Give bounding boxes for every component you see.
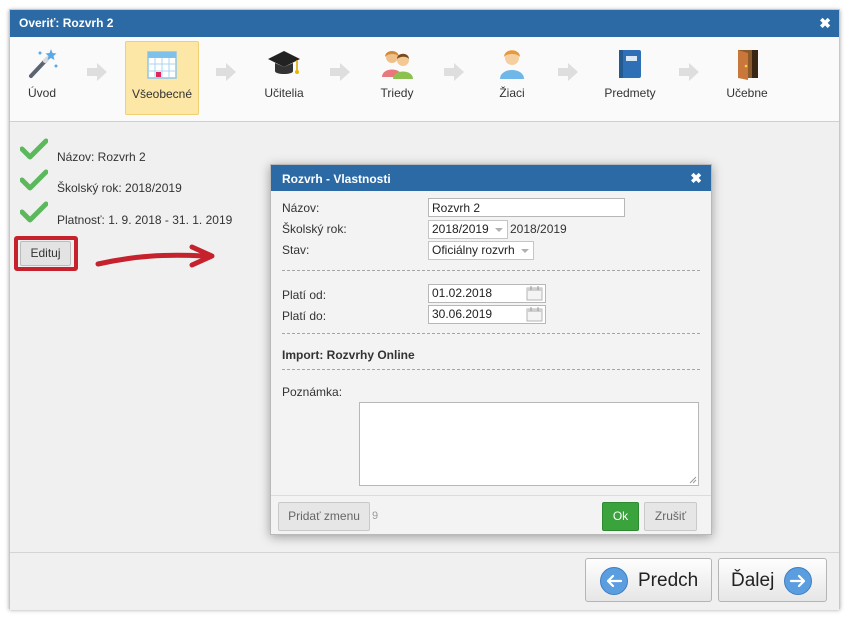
year-text: 2018/2019	[510, 222, 567, 236]
divider	[282, 369, 700, 370]
step-label: Žiaci	[499, 86, 525, 100]
prev-label: Predch	[638, 570, 699, 591]
step-vseobecne[interactable]: Všeobecné	[125, 41, 199, 115]
valid-from-label: Platí od:	[282, 288, 327, 302]
step-triedy[interactable]: Triedy	[365, 41, 429, 115]
divider	[282, 270, 700, 271]
student-icon	[500, 50, 524, 79]
graduation-cap-icon	[268, 51, 300, 74]
step-label: Triedy	[380, 86, 414, 100]
add-change-button[interactable]: Pridať zmenu	[278, 502, 370, 531]
year-select[interactable]: 2018/2019	[428, 220, 508, 239]
check-icon	[20, 201, 48, 223]
step-predmety[interactable]: Predmety	[595, 41, 665, 115]
name-label: Názov:	[282, 201, 320, 215]
class-people-icon	[382, 51, 413, 79]
properties-dialog: Rozvrh - Vlastnosti ✖ Názov: Školský rok…	[270, 164, 712, 535]
wizard-steps: Úvod Všeobecné Učitelia Triedy Žiaci Pre…	[10, 37, 839, 122]
valid-from-input[interactable]: 01.02.2018	[428, 284, 546, 303]
door-icon	[738, 50, 758, 80]
window-close-icon[interactable]: ✖	[819, 15, 831, 32]
edit-button[interactable]: Edituj	[20, 241, 71, 266]
valid-to-label: Platí do:	[282, 309, 327, 323]
import-label: Import: Rozvrhy Online	[282, 348, 415, 362]
wizard-footer: Predch Ďalej	[10, 552, 839, 610]
step-ucebne[interactable]: Učebne	[715, 41, 779, 115]
next-button[interactable]: Ďalej	[718, 558, 827, 602]
arrow-left-icon	[600, 567, 628, 595]
dialog-footer: Pridať zmenu 9 Ok Zrušiť	[271, 495, 711, 535]
status-select[interactable]: Oficiálny rozvrh	[428, 241, 534, 260]
dialog-title: Rozvrh - Vlastnosti	[282, 172, 391, 186]
valid-to-input[interactable]: 30.06.2019	[428, 305, 546, 324]
step-arrow-icon	[330, 63, 350, 81]
calendar-icon[interactable]	[526, 307, 543, 322]
step-label: Úvod	[27, 86, 56, 100]
book-icon	[619, 50, 641, 78]
step-ziaci[interactable]: Žiaci	[480, 41, 544, 115]
ok-button[interactable]: Ok	[602, 502, 639, 531]
cancel-button[interactable]: Zrušiť	[644, 502, 697, 531]
step-arrow-icon	[87, 63, 107, 81]
note-textarea[interactable]	[359, 402, 699, 486]
check-icon	[20, 169, 48, 191]
arrow-right-icon	[784, 567, 812, 595]
window-title: Overiť: Rozvrh 2	[19, 16, 114, 30]
prev-button[interactable]: Predch	[585, 558, 712, 602]
dialog-titlebar: Rozvrh - Vlastnosti ✖	[271, 165, 711, 191]
step-label: Učitelia	[264, 86, 304, 100]
next-label: Ďalej	[731, 570, 775, 591]
step-arrow-icon	[216, 63, 236, 81]
calendar-icon[interactable]	[526, 286, 543, 301]
dialog-close-icon[interactable]: ✖	[690, 170, 702, 187]
step-arrow-icon	[444, 63, 464, 81]
year-label: Školský rok:	[282, 222, 347, 236]
status-label: Stav:	[282, 243, 310, 257]
add-change-count: 9	[372, 510, 379, 522]
step-ucitelia[interactable]: Učitelia	[252, 41, 316, 115]
step-label: Predmety	[604, 86, 656, 100]
step-arrow-icon	[679, 63, 699, 81]
resize-grip-icon[interactable]	[689, 476, 697, 484]
calendar-grid-icon	[147, 51, 177, 79]
step-arrow-icon	[558, 63, 578, 81]
step-uvod[interactable]: Úvod	[14, 41, 70, 115]
name-input[interactable]	[428, 198, 625, 217]
divider	[282, 333, 700, 334]
note-label: Poznámka:	[282, 385, 343, 399]
dialog-body: Názov: Školský rok: 2018/2019 2018/2019 …	[271, 191, 711, 493]
check-icon	[20, 138, 48, 160]
step-label: Učebne	[726, 86, 768, 100]
step-label: Všeobecné	[131, 87, 193, 101]
window-titlebar: Overiť: Rozvrh 2 ✖	[10, 10, 839, 37]
annotation-arrow-icon	[95, 244, 215, 268]
magic-wand-icon	[29, 49, 58, 78]
